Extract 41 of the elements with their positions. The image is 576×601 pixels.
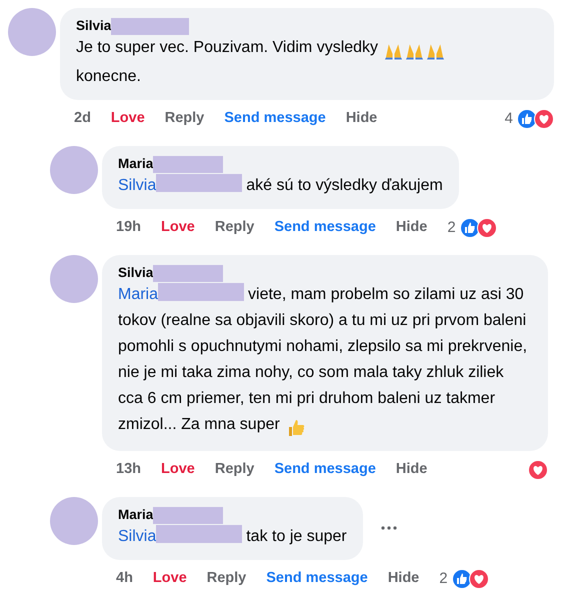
avatar[interactable] — [50, 255, 98, 303]
avatar[interactable] — [50, 146, 98, 194]
avatar[interactable] — [8, 8, 56, 56]
action-link[interactable]: Hide — [396, 217, 428, 239]
reaction-count: 2 — [439, 568, 448, 589]
react-link[interactable]: Love — [110, 108, 145, 130]
action-link[interactable]: Hide — [396, 459, 428, 481]
action-link[interactable]: Reply — [164, 108, 204, 130]
redaction-bar — [153, 264, 224, 282]
reaction-count: 4 — [504, 108, 513, 129]
comment-text: Silvia aké sú to výsledky ďakujem — [118, 173, 443, 199]
mention-link[interactable]: Maria — [118, 286, 158, 303]
author-name[interactable]: Maria — [118, 155, 154, 173]
action-link[interactable]: Reply — [214, 217, 254, 239]
comment-text: Maria viete, mam probelm so zilami uz asi 30 tokov (realne sa objavili skoro) a tu mi uz pri prvom baleni pomohli s opuchnutymi nohami, zlepsilo sa mi prekrvenie, nie je mi taka zima nohy, co som mala taky zhluk ziliek cca 6 cm priemer, ten mi pri druhom baleni uz takmer zmizol... Za mna super — [118, 282, 532, 441]
timestamp[interactable]: 19h — [116, 217, 141, 239]
timestamp[interactable]: 4h — [116, 568, 133, 590]
send-message-link[interactable]: Send message — [266, 568, 368, 590]
comment-text: Silvia tak to je super — [118, 524, 347, 550]
send-message-link[interactable]: Send message — [274, 217, 376, 239]
author-name[interactable]: Silvia — [118, 264, 154, 282]
action-link[interactable]: Hide — [346, 108, 378, 130]
timestamp[interactable]: 2d — [74, 108, 91, 130]
action-link[interactable]: Reply — [206, 568, 246, 590]
send-message-link[interactable]: Send message — [274, 459, 376, 481]
reaction-count: 2 — [447, 218, 456, 238]
send-message-link[interactable]: Send message — [224, 108, 326, 130]
action-link[interactable]: Reply — [214, 459, 254, 481]
react-link[interactable]: Love — [152, 568, 187, 590]
author-name[interactable]: Maria — [118, 506, 154, 524]
avatar[interactable] — [50, 497, 98, 545]
redaction-bar — [153, 156, 224, 172]
action-link[interactable]: Hide — [388, 568, 420, 590]
react-link[interactable]: Love — [161, 459, 195, 481]
mention-link[interactable]: Silvia — [118, 528, 156, 545]
timestamp[interactable]: 13h — [116, 459, 141, 481]
mention-link[interactable]: Silvia — [118, 177, 156, 194]
react-link[interactable]: Love — [161, 217, 195, 239]
author-name[interactable]: Silvia — [76, 17, 112, 35]
redaction-bar — [153, 506, 224, 524]
comment-text: Je to super vec. Pouzivam. Vidim vysledky konecne. — [76, 35, 476, 90]
